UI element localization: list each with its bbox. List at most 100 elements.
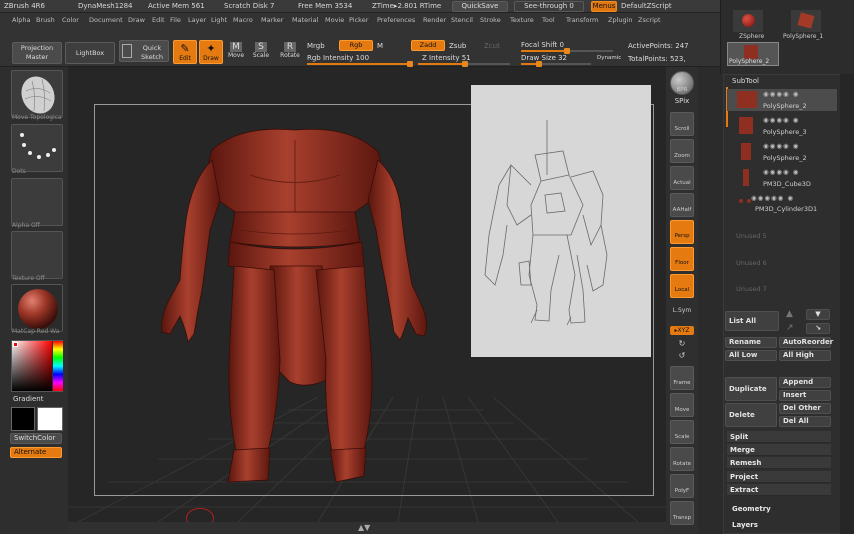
subtool-visibility-icons[interactable]: ◉◉◉◉ ◉ [763, 116, 799, 124]
geometry-menu[interactable]: Geometry [732, 505, 771, 513]
subtool-visibility-icons[interactable]: ◉◉◉◉ ◉ [763, 142, 799, 150]
menu-zplugin[interactable]: Zplugin [608, 16, 633, 24]
arrow-upright-icon[interactable]: ↗ [786, 323, 794, 333]
see-through-slider[interactable]: See-through 0 [514, 1, 584, 12]
menu-light[interactable]: Light [211, 16, 227, 24]
dynamic-toggle[interactable]: Dynamic [597, 55, 621, 61]
focal-shift-slider[interactable] [521, 48, 613, 54]
split-menu[interactable]: Split [727, 431, 831, 443]
del-all-button[interactable]: Del All [779, 416, 831, 427]
menu-color[interactable]: Color [62, 16, 79, 24]
expand-canvas-icon[interactable]: ▲▼ [358, 523, 370, 532]
extract-menu[interactable]: Extract [727, 484, 831, 496]
frame-icon[interactable] [670, 366, 694, 390]
menu-file[interactable]: File [170, 16, 181, 24]
brush-selector[interactable] [11, 70, 63, 118]
menu-macro[interactable]: Macro [233, 16, 253, 24]
del-other-button[interactable]: Del Other [779, 403, 831, 414]
gradient-label[interactable]: Gradient [13, 395, 43, 403]
menu-alpha[interactable]: Alpha [12, 16, 30, 24]
subtool-row[interactable]: ◉◉◉◉◉ ◉ PM3D_Cylinder3D1 [727, 191, 837, 213]
subtool-visibility-icons[interactable]: ◉◉◉◉◉ ◉ [751, 194, 794, 202]
menu-texture[interactable]: Texture [510, 16, 534, 24]
quicksave-button[interactable]: QuickSave [452, 1, 508, 12]
scale-view-icon[interactable] [670, 420, 694, 444]
zsphere-thumbnail[interactable] [733, 10, 763, 32]
menu-draw[interactable]: Draw [128, 16, 145, 24]
actual-icon[interactable] [670, 166, 694, 190]
insert-button[interactable]: Insert [779, 390, 831, 401]
zsub-toggle[interactable]: Zsub [449, 42, 466, 50]
projection-master-button[interactable]: Projection Master [12, 42, 62, 64]
subtool-row[interactable]: ◉◉◉◉ ◉ PolySphere_3 [727, 115, 837, 137]
texture-selector[interactable] [11, 231, 63, 279]
quick-sketch-button[interactable]: Quick Sketch [119, 40, 169, 62]
delete-button[interactable]: Delete [725, 403, 777, 427]
menu-layer[interactable]: Layer [188, 16, 206, 24]
zoom-icon[interactable] [670, 139, 694, 163]
zadd-toggle[interactable]: Zadd [411, 40, 445, 51]
m-toggle[interactable]: M [377, 42, 383, 50]
switchcolor-button[interactable]: SwitchColor [10, 433, 62, 444]
subtool-row[interactable]: ◉◉◉◉ ◉ PolySphere_2 [727, 141, 837, 163]
rgb-toggle[interactable]: Rgb [339, 40, 373, 51]
polysphere1-thumbnail[interactable] [791, 10, 821, 32]
rotate-z-icon[interactable]: ↺ [666, 351, 698, 360]
menu-render[interactable]: Render [423, 16, 446, 24]
menus-toggle[interactable]: Menus [591, 1, 617, 12]
all-high-button[interactable]: All High [779, 350, 831, 361]
menu-transform[interactable]: Transform [566, 16, 598, 24]
move-mode-button[interactable]: M Move [226, 40, 246, 64]
project-menu[interactable]: Project [727, 471, 831, 483]
transp-icon[interactable] [670, 501, 694, 525]
list-all-button[interactable]: List All [725, 311, 779, 331]
menu-material[interactable]: Material [292, 16, 318, 24]
aahalf-icon[interactable] [670, 193, 694, 217]
scroll-icon[interactable] [670, 112, 694, 136]
menu-stroke[interactable]: Stroke [480, 16, 501, 24]
xyz-toggle[interactable]: ▸XYZ [670, 326, 694, 335]
lsym-toggle[interactable]: L.Sym [666, 307, 698, 314]
draw-size-slider[interactable] [521, 61, 591, 67]
stroke-selector[interactable] [11, 124, 63, 172]
append-button[interactable]: Append [779, 377, 831, 388]
secondary-color-swatch[interactable] [11, 407, 35, 431]
menu-edit[interactable]: Edit [152, 16, 165, 24]
merge-menu[interactable]: Merge [727, 444, 831, 456]
menu-brush[interactable]: Brush [36, 16, 55, 24]
menu-preferences[interactable]: Preferences [377, 16, 415, 24]
move-view-icon[interactable] [670, 393, 694, 417]
menu-marker[interactable]: Marker [261, 16, 283, 24]
subtool-visibility-icons[interactable]: ◉◉◉◉ ◉ [763, 168, 799, 176]
spix-slider[interactable]: SPix [666, 97, 698, 105]
polyf-icon[interactable] [670, 474, 694, 498]
local-icon[interactable] [670, 274, 694, 298]
rotate-y-icon[interactable]: ↻ [666, 339, 698, 348]
alpha-selector[interactable] [11, 178, 63, 226]
subtool-row[interactable]: ◉◉◉◉ ◉ PM3D_Cube3D [727, 167, 837, 189]
arrow-up-icon[interactable]: ▲ [786, 309, 793, 319]
edit-mode-button[interactable]: ✎ Edit [173, 40, 197, 64]
scale-mode-button[interactable]: S Scale [251, 40, 271, 64]
rotate-view-icon[interactable] [670, 447, 694, 471]
tray-scrollbar[interactable] [840, 74, 854, 534]
alternate-button[interactable]: Alternate [10, 447, 62, 458]
all-low-button[interactable]: All Low [725, 350, 777, 361]
lightbox-button[interactable]: LightBox [65, 42, 115, 64]
rgb-intensity-slider[interactable] [307, 61, 413, 67]
persp-icon[interactable] [670, 220, 694, 244]
rotate-mode-button[interactable]: R Rotate [278, 40, 302, 64]
subtool-visibility-icons[interactable]: ◉◉◉◉ ◉ [763, 90, 799, 98]
menu-picker[interactable]: Picker [349, 16, 368, 24]
move-down-button[interactable]: ▼ [806, 309, 830, 320]
material-selector[interactable] [11, 284, 63, 332]
menu-movie[interactable]: Movie [325, 16, 344, 24]
duplicate-button[interactable]: Duplicate [725, 377, 777, 401]
menu-document[interactable]: Document [89, 16, 123, 24]
menu-stencil[interactable]: Stencil [451, 16, 473, 24]
subtool-row[interactable]: ◉◉◉◉ ◉ PolySphere_2 [727, 89, 837, 111]
autoreorder-button[interactable]: AutoReorder [779, 337, 833, 348]
menu-zscript[interactable]: Zscript [638, 16, 661, 24]
mrgb-toggle[interactable]: Mrgb [307, 42, 325, 50]
remesh-menu[interactable]: Remesh [727, 457, 831, 469]
